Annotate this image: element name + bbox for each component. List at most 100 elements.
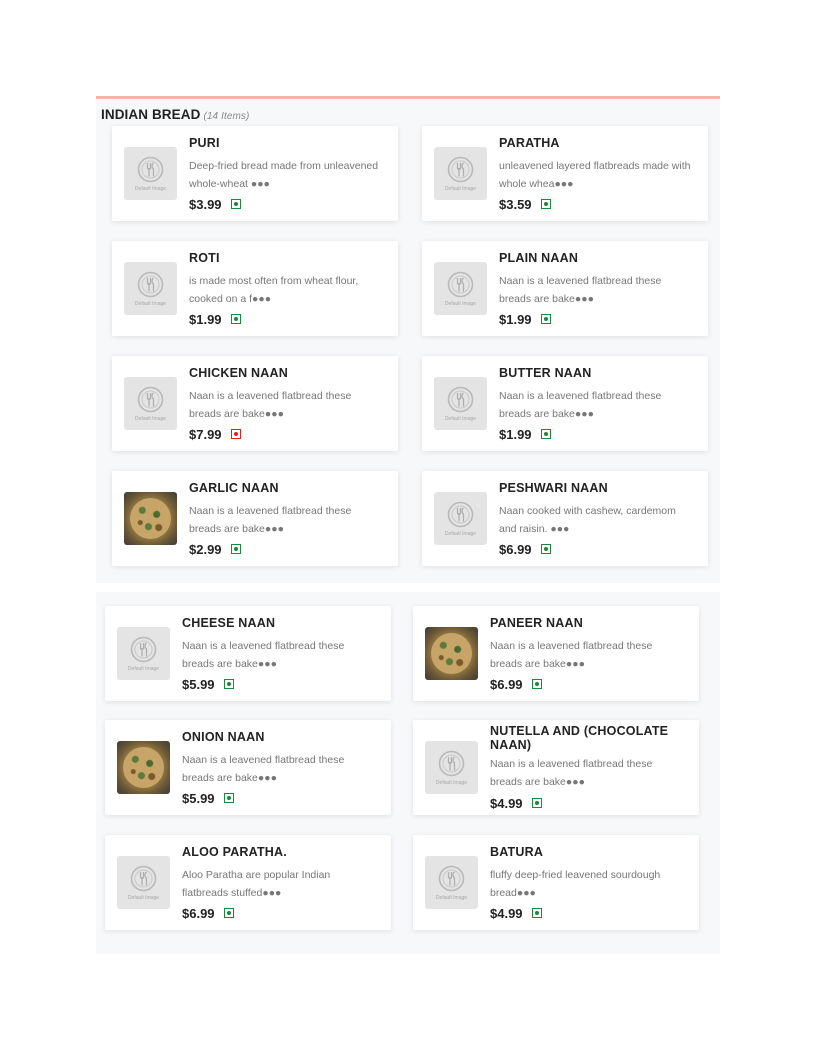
item-description: Naan is a leavened flatbread these bread… bbox=[182, 640, 345, 670]
item-price: $3.59 bbox=[499, 196, 532, 212]
veg-icon bbox=[223, 679, 234, 689]
price-row: $6.99 bbox=[499, 541, 551, 557]
item-count: (14 Items) bbox=[203, 111, 250, 122]
price-row: $6.99 bbox=[490, 676, 542, 692]
item-description: unleavened layered flatbreads made with … bbox=[499, 160, 691, 190]
veg-icon bbox=[540, 544, 551, 554]
placeholder-label: Default Image bbox=[127, 666, 160, 672]
veg-icon bbox=[540, 199, 551, 209]
price-row: $1.99 bbox=[189, 311, 241, 327]
item-description: Deep-fried bread made from unleavened wh… bbox=[189, 160, 379, 190]
price-row: $5.99 bbox=[182, 676, 234, 692]
default-image-placeholder: Default Image bbox=[124, 377, 177, 430]
menu-item-card[interactable]: Default Image BATURA fluffy deep-fried lea… bbox=[413, 835, 699, 930]
item-description: Naan is a leavened flatbread these bread… bbox=[182, 754, 345, 784]
item-name: PARATHA bbox=[499, 136, 560, 150]
item-name: PLAIN NAAN bbox=[499, 251, 579, 265]
item-description: Naan is a leavened flatbread these bread… bbox=[189, 390, 352, 420]
item-description: Naan is a leavened flatbread these bread… bbox=[189, 505, 352, 535]
menu-item-card[interactable]: Default Image PARATHA unleavened layered f… bbox=[422, 126, 708, 221]
item-price: $3.99 bbox=[189, 196, 222, 212]
menu-item-card[interactable]: Default Image PURI Deep-fried bread made f… bbox=[112, 126, 398, 221]
price-row: $4.99 bbox=[490, 905, 542, 921]
veg-icon bbox=[223, 793, 234, 803]
item-name: GARLIC NAAN bbox=[189, 481, 279, 495]
item-price: $1.99 bbox=[189, 311, 222, 327]
menu-item-card[interactable]: Default Image PLAIN NAAN Naan is a leavene… bbox=[422, 241, 708, 336]
item-name: PESHWARI NAAN bbox=[499, 481, 608, 495]
default-image-placeholder: Default Image bbox=[434, 492, 487, 545]
item-name: ROTI bbox=[189, 251, 220, 265]
veg-icon bbox=[540, 314, 551, 324]
veg-icon bbox=[223, 908, 234, 918]
price-row: $1.99 bbox=[499, 311, 551, 327]
menu-item-card[interactable]: Default Image BUTTER NAAN Naan is a leaven… bbox=[422, 356, 708, 451]
menu-item-card[interactable]: Default Image CHICKEN NAAN Naan is a leave… bbox=[112, 356, 398, 451]
section-title: INDIAN BREAD (14 Items) bbox=[101, 107, 249, 122]
item-name: BUTTER NAAN bbox=[499, 366, 592, 380]
item-description: Naan is a leavened flatbread these bread… bbox=[490, 758, 653, 788]
menu-item-card[interactable]: Default Image NUTELLA AND (CHOCOLATE NAAN… bbox=[413, 720, 699, 815]
default-image-placeholder: Default Image bbox=[425, 856, 478, 909]
placeholder-label: Default Image bbox=[444, 416, 477, 422]
default-image-placeholder: Default Image bbox=[434, 262, 487, 315]
item-description: Aloo Paratha are popular Indian flatbrea… bbox=[182, 869, 331, 899]
placeholder-label: Default Image bbox=[444, 301, 477, 307]
item-description: Naan is a leavened flatbread these bread… bbox=[499, 275, 662, 305]
price-row: $2.99 bbox=[189, 541, 241, 557]
item-name: PURI bbox=[189, 136, 220, 150]
default-image-placeholder: Default Image bbox=[434, 377, 487, 430]
menu-item-card[interactable]: Default Image PESHWARI NAAN Naan cooked wi… bbox=[422, 471, 708, 566]
item-photo bbox=[124, 492, 177, 545]
placeholder-label: Default Image bbox=[134, 186, 167, 192]
item-description: Naan is a leavened flatbread these bread… bbox=[490, 640, 653, 670]
item-name: CHEESE NAAN bbox=[182, 616, 276, 630]
veg-icon bbox=[540, 429, 551, 439]
price-row: $1.99 bbox=[499, 426, 551, 442]
item-photo bbox=[117, 741, 170, 794]
item-photo bbox=[425, 627, 478, 680]
placeholder-label: Default Image bbox=[435, 780, 468, 786]
item-price: $5.99 bbox=[182, 676, 215, 692]
veg-icon bbox=[230, 314, 241, 324]
item-description: Naan cooked with cashew, cardemom and ra… bbox=[499, 505, 676, 535]
placeholder-label: Default Image bbox=[444, 186, 477, 192]
item-name: BATURA bbox=[490, 845, 544, 859]
default-image-placeholder: Default Image bbox=[425, 741, 478, 794]
price-row: $3.99 bbox=[189, 196, 241, 212]
item-price: $6.99 bbox=[490, 676, 523, 692]
veg-icon bbox=[531, 908, 542, 918]
item-price: $6.99 bbox=[182, 905, 215, 921]
price-row: $6.99 bbox=[182, 905, 234, 921]
item-price: $4.99 bbox=[490, 905, 523, 921]
menu-item-card[interactable]: GARLIC NAAN Naan is a leavened flatbread … bbox=[112, 471, 398, 566]
veg-icon bbox=[531, 679, 542, 689]
item-description: is made most often from wheat flour, coo… bbox=[189, 275, 359, 305]
menu-item-card[interactable]: PANEER NAAN Naan is a leavened flatbread … bbox=[413, 606, 699, 701]
default-image-placeholder: Default Image bbox=[117, 856, 170, 909]
menu-item-card[interactable]: ONION NAAN Naan is a leavened flatbread t… bbox=[105, 720, 391, 815]
price-row: $7.99 bbox=[189, 426, 241, 442]
price-row: $4.99 bbox=[490, 795, 542, 811]
non-veg-icon bbox=[230, 429, 241, 439]
item-name: PANEER NAAN bbox=[490, 616, 583, 630]
placeholder-label: Default Image bbox=[127, 895, 160, 901]
menu-item-card[interactable]: Default Image ALOO PARATHA. Aloo Paratha a… bbox=[105, 835, 391, 930]
item-price: $6.99 bbox=[499, 541, 532, 557]
item-description: Naan is a leavened flatbread these bread… bbox=[499, 390, 662, 420]
default-image-placeholder: Default Image bbox=[117, 627, 170, 680]
item-price: $1.99 bbox=[499, 426, 532, 442]
default-image-placeholder: Default Image bbox=[434, 147, 487, 200]
menu-item-card[interactable]: Default Image ROTI is made most often from… bbox=[112, 241, 398, 336]
menu-item-card[interactable]: Default Image CHEESE NAAN Naan is a leaven… bbox=[105, 606, 391, 701]
default-image-placeholder: Default Image bbox=[124, 262, 177, 315]
veg-icon bbox=[230, 199, 241, 209]
item-price: $5.99 bbox=[182, 790, 215, 806]
item-price: $4.99 bbox=[490, 795, 523, 811]
price-row: $5.99 bbox=[182, 790, 234, 806]
placeholder-label: Default Image bbox=[444, 531, 477, 537]
item-description: fluffy deep-fried leavened sourdough bre… bbox=[490, 869, 661, 899]
item-price: $2.99 bbox=[189, 541, 222, 557]
placeholder-label: Default Image bbox=[435, 895, 468, 901]
item-name: CHICKEN NAAN bbox=[189, 366, 288, 380]
